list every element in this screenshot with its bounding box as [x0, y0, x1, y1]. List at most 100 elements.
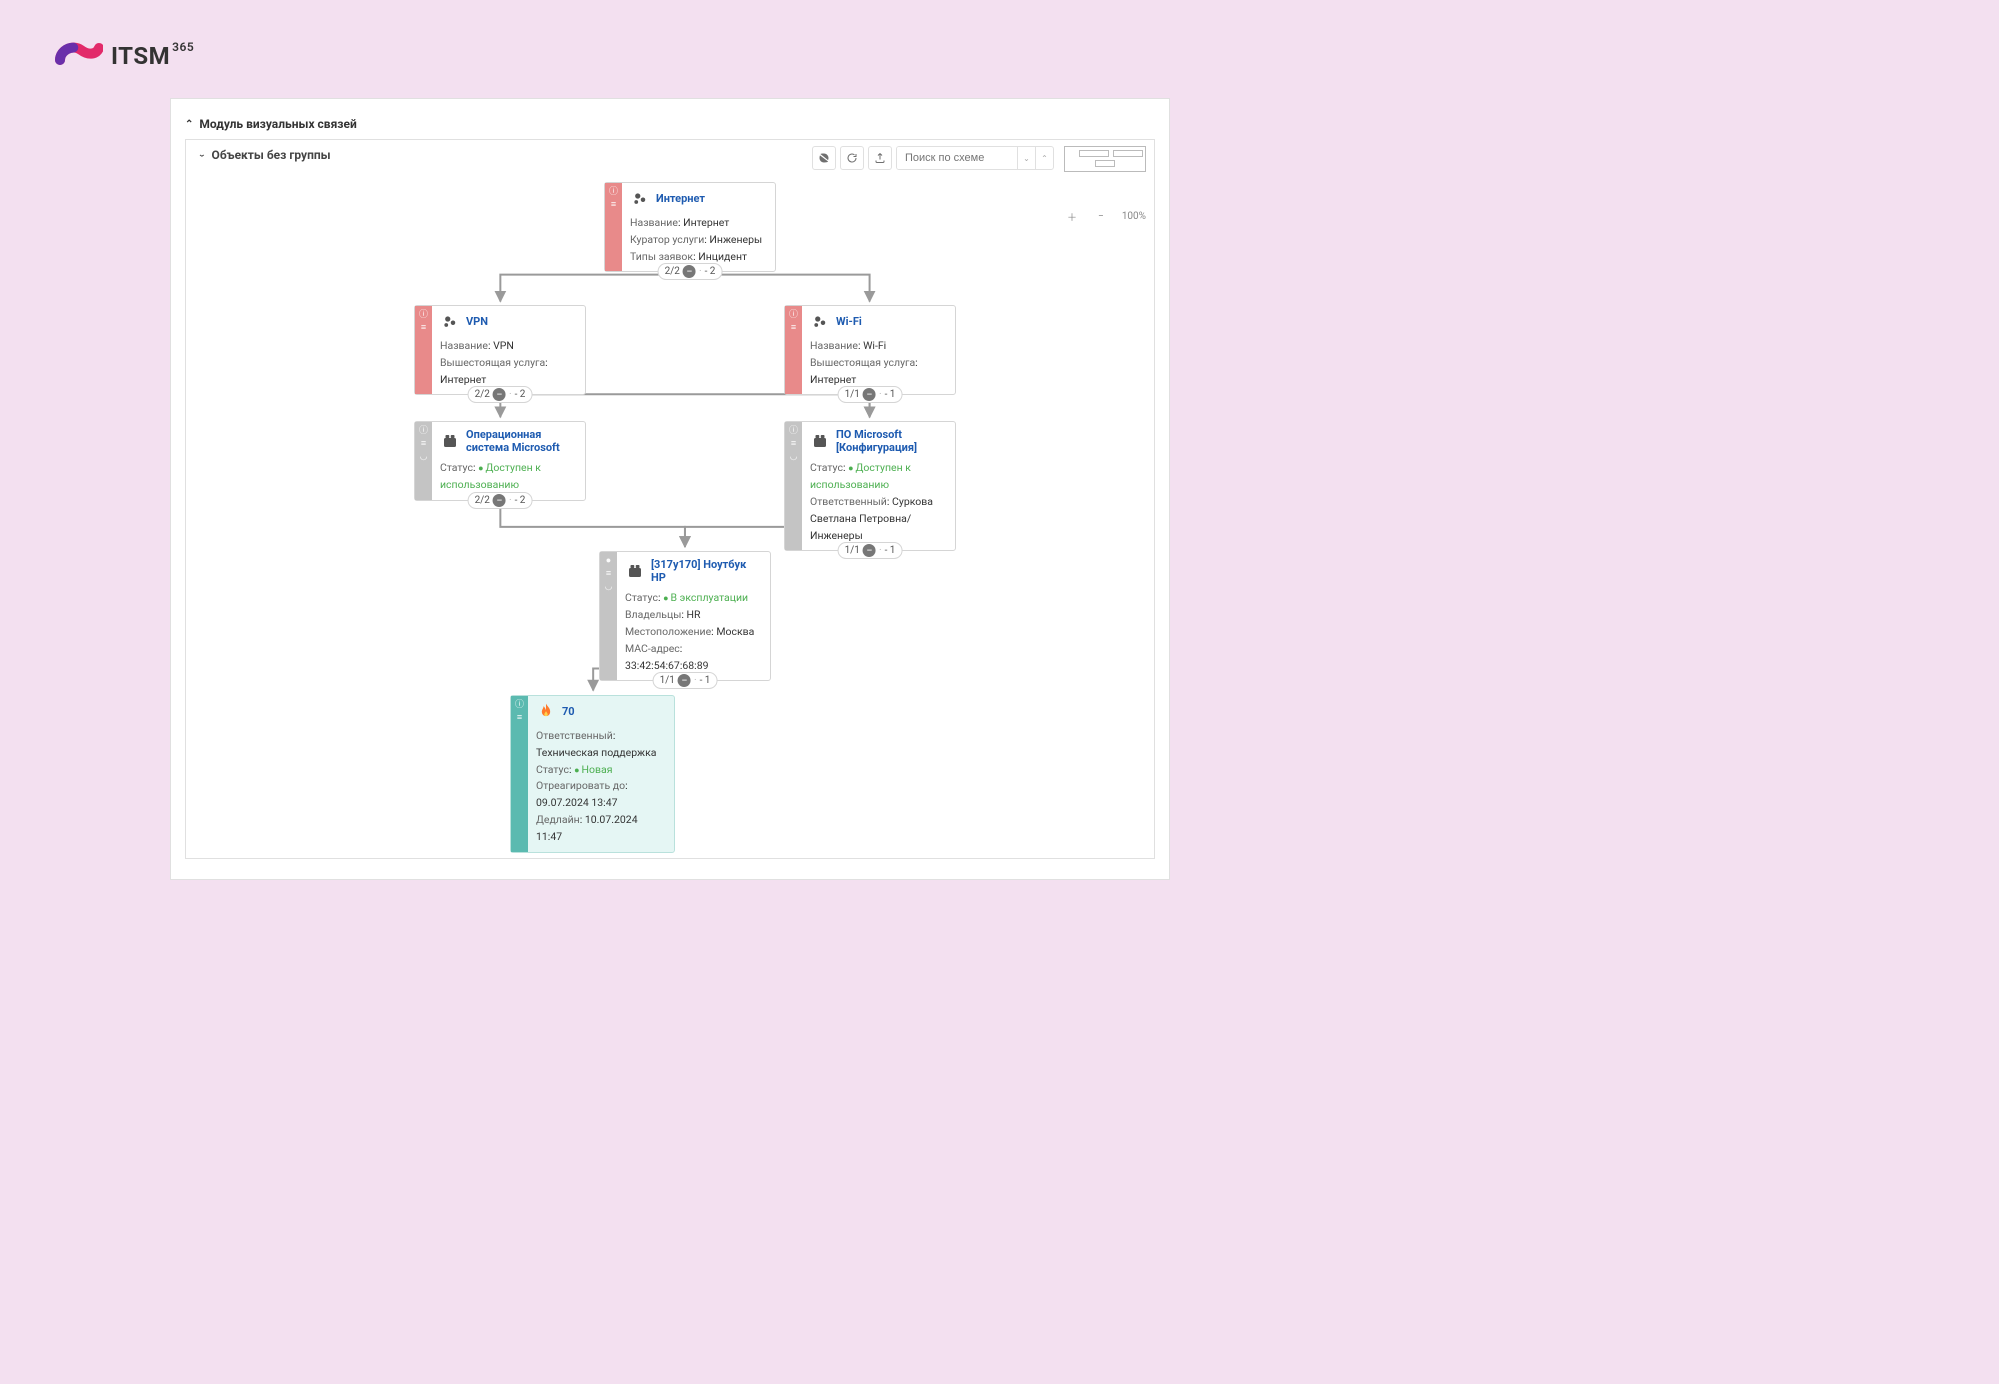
list-icon: ≡: [517, 713, 522, 723]
node-title: 70: [562, 705, 575, 718]
export-button[interactable]: [868, 146, 892, 170]
fl: Ответственный: [810, 495, 887, 508]
node-internet[interactable]: ⓘ ≡ Интернет Название: Интернет Куратор …: [604, 182, 776, 272]
logo: ITSM 365: [55, 38, 1999, 74]
count-main: 2/2: [475, 495, 490, 506]
info-icon: ⓘ: [789, 310, 798, 320]
fl: Название: [440, 339, 488, 352]
service-icon: [810, 312, 830, 332]
fv: VPN: [493, 339, 514, 352]
package-icon: [625, 561, 645, 581]
logo-text-sup: 365: [172, 40, 194, 54]
fv: Интернет: [810, 373, 856, 386]
fv: Инцидент: [698, 250, 747, 263]
service-icon: [440, 312, 460, 332]
fv: Интернет: [440, 373, 486, 386]
info-icon: ⓘ: [789, 426, 798, 436]
node-tab: ● ≡ ◡: [600, 552, 617, 680]
node-title: ПО Microsoft [Конфигурация]: [836, 428, 945, 454]
node-ticket[interactable]: ⓘ ≡ 70 Ответственный: Техническая поддер…: [510, 695, 675, 853]
info-icon: ⓘ: [515, 700, 524, 710]
node-counter[interactable]: 2/2 − · - 2: [468, 492, 533, 509]
node-counter[interactable]: 2/2 − · - 2: [468, 386, 533, 403]
node-counter[interactable]: 1/1 − · - 1: [653, 672, 718, 689]
count-main: 1/1: [845, 389, 860, 400]
list-icon: ≡: [421, 323, 426, 333]
collapse-icon: −: [863, 388, 876, 401]
fv: Интернет: [683, 216, 729, 229]
node-tab: ⓘ ≡: [605, 183, 622, 271]
fl: Местоположение: [625, 625, 711, 638]
node-laptop[interactable]: ● ≡ ◡ [317у170] Ноутбук HP Статус: ●В эк…: [599, 551, 771, 681]
refresh-button[interactable]: [840, 146, 864, 170]
node-counter[interactable]: 1/1 − · - 1: [838, 386, 903, 403]
package-icon: [810, 431, 830, 451]
count-side: - 1: [885, 389, 896, 400]
canvas: ⌄ Объекты без группы ⌄ ⌃: [185, 139, 1155, 859]
node-counter[interactable]: 2/2 − · - 2: [658, 263, 723, 280]
search-next-button[interactable]: ⌃: [1035, 147, 1053, 169]
info-icon: ⓘ: [419, 426, 428, 436]
search-input[interactable]: [897, 147, 1017, 169]
user-icon: ◡: [790, 452, 798, 462]
count-side: - 2: [515, 389, 526, 400]
node-sw[interactable]: ⓘ ≡ ◡ ПО Microsoft [Конфигурация] Статус…: [784, 421, 956, 551]
search-prev-button[interactable]: ⌄: [1017, 147, 1035, 169]
user-icon: ◡: [605, 582, 613, 592]
fl: Ответственный: [536, 729, 613, 742]
info-icon: ⓘ: [419, 310, 428, 320]
fv: Wi-Fi: [863, 339, 886, 352]
info-icon: ⓘ: [609, 187, 618, 197]
collapse-icon: −: [678, 674, 691, 687]
fl: Статус: [536, 763, 569, 776]
fire-icon: [536, 702, 556, 722]
panel: ⌃ Модуль визуальных связей ⌄ Объекты без…: [170, 98, 1170, 880]
node-tab: ⓘ ≡: [785, 306, 802, 394]
fv: Новая: [582, 763, 613, 776]
node-title: VPN: [466, 315, 488, 328]
user-icon: ◡: [420, 452, 428, 462]
node-os[interactable]: ⓘ ≡ ◡ Операционная система Microsoft Ста…: [414, 421, 586, 501]
fl: Статус: [625, 591, 658, 604]
filter-button[interactable]: [812, 146, 836, 170]
fl: Название: [810, 339, 858, 352]
node-title: Интернет: [656, 192, 705, 205]
fv: Техническая поддержка: [536, 746, 656, 759]
count-main: 1/1: [660, 675, 675, 686]
sub-header-title: Объекты без группы: [212, 148, 331, 162]
fl: Вышестоящая услуга: [440, 356, 545, 369]
count-side: - 2: [705, 266, 716, 277]
collapse-icon: −: [493, 388, 506, 401]
count-main: 2/2: [665, 266, 680, 277]
node-tab: ⓘ ≡: [511, 696, 528, 852]
panel-header[interactable]: ⌃ Модуль визуальных связей: [185, 113, 1155, 139]
collapse-icon: −: [683, 265, 696, 278]
fl: Название: [630, 216, 678, 229]
fv: HR: [687, 608, 701, 621]
fv: 33:42:54:67:68:89: [625, 659, 709, 672]
package-icon: [440, 431, 460, 451]
fv: Москва: [716, 625, 754, 638]
node-tab: ⓘ ≡ ◡: [415, 422, 432, 500]
fl: Статус: [440, 461, 473, 474]
search-box: ⌄ ⌃: [896, 146, 1054, 170]
fl: Владельцы: [625, 608, 681, 621]
fl: Вышестоящая услуга: [810, 356, 915, 369]
fl: Отреагировать до: [536, 779, 625, 792]
node-vpn[interactable]: ⓘ ≡ VPN Название: VPN Вышестоящая услуга…: [414, 305, 586, 395]
panel-title: Модуль визуальных связей: [199, 117, 356, 131]
logo-text: ITSM 365: [111, 42, 194, 70]
count-main: 2/2: [475, 389, 490, 400]
node-counter[interactable]: 1/1 − · - 1: [838, 542, 903, 559]
sub-header[interactable]: ⌄ Объекты без группы: [198, 148, 331, 162]
count-side: - 2: [515, 495, 526, 506]
service-icon: [630, 189, 650, 209]
count-main: 1/1: [845, 545, 860, 556]
list-icon: ≡: [791, 323, 796, 333]
count-side: - 1: [885, 545, 896, 556]
fl: Типы заявок: [630, 250, 693, 263]
fl: MAC-адрес: [625, 642, 680, 655]
bell-icon: ●: [606, 556, 611, 566]
node-title: [317у170] Ноутбук HP: [651, 558, 760, 584]
node-wifi[interactable]: ⓘ ≡ Wi-Fi Название: Wi-Fi Вышестоящая ус…: [784, 305, 956, 395]
